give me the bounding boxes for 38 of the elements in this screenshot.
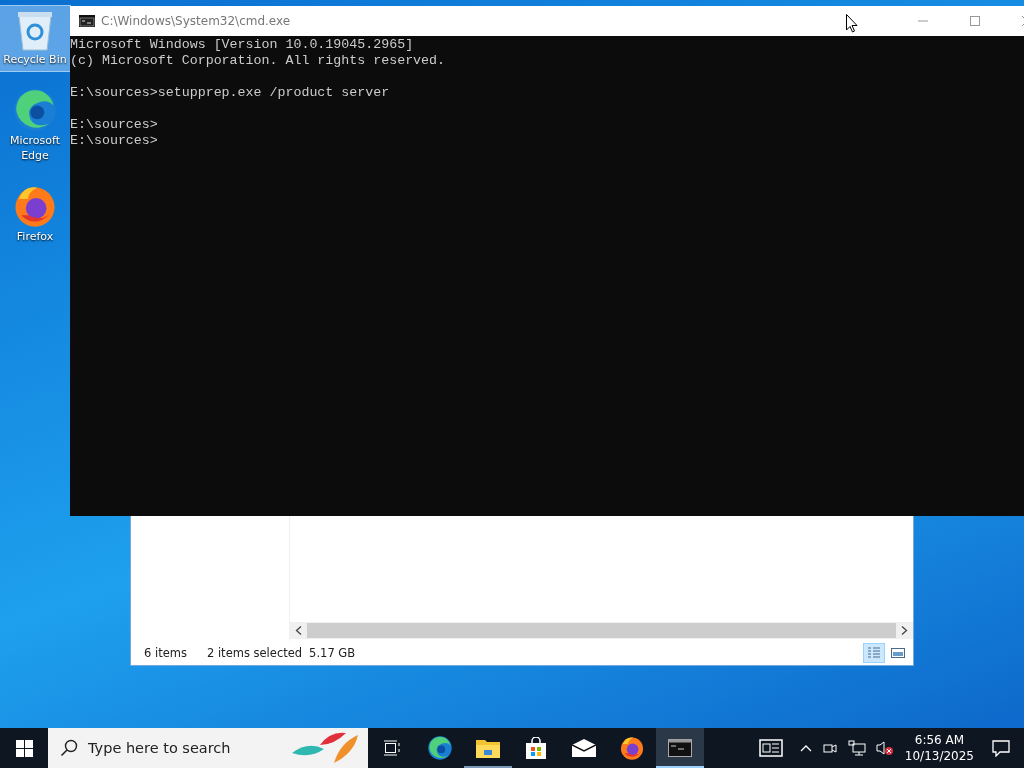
edge-icon — [12, 87, 58, 133]
windows-logo-icon — [15, 739, 33, 757]
taskbar-app-button[interactable] — [656, 728, 704, 768]
search-icon — [60, 739, 78, 757]
scroll-left-icon[interactable] — [295, 626, 302, 635]
window-title: C:\Windows\System32\cmd.exe — [101, 14, 291, 28]
console-line: E:\sources>setupprep.exe /product server — [70, 85, 391, 101]
clock-date: 10/13/2025 — [904, 748, 974, 764]
maximize-icon — [970, 16, 980, 26]
search-field[interactable]: Type here to search — [48, 728, 368, 768]
scroll-right-icon[interactable] — [901, 626, 908, 635]
folder-icon — [476, 738, 500, 758]
shortcut-label: Recycle Bin — [2, 52, 68, 67]
console-icon — [79, 15, 95, 27]
console-line: E:\sources> — [70, 133, 159, 149]
task-view-icon — [383, 740, 401, 756]
desktop-shortcut[interactable]: Firefox — [0, 181, 70, 248]
mail-icon — [572, 739, 596, 757]
selection-size: 5.17 GB — [309, 646, 356, 660]
horizontal-scrollbar[interactable] — [290, 622, 913, 639]
image-thumbnail-icon — [891, 647, 905, 659]
console-line: Microsoft Windows [Version 10.0.19045.2965] — [70, 37, 415, 53]
item-count: 6 items — [144, 646, 187, 660]
console-line: (c) Microsoft Corporation. All rights reserved. — [70, 53, 447, 69]
console-icon — [668, 739, 692, 757]
edge-icon — [427, 735, 453, 761]
clock-time: 6:56 AM — [914, 732, 965, 748]
shortcut-label: Firefox — [15, 229, 55, 244]
shopping-bag-icon — [526, 737, 546, 759]
details-list-icon — [867, 647, 881, 659]
desktop-shortcut[interactable]: Microsoft Edge — [0, 85, 70, 167]
shortcut-label: Microsoft Edge — [8, 133, 62, 163]
firefox-icon — [619, 735, 645, 761]
newspaper-icon — [758, 739, 783, 757]
console-line: E:\sources> — [70, 117, 159, 133]
desktop-shortcut[interactable]: Recycle Bin — [0, 6, 70, 71]
selection-count: 2 items selected — [206, 646, 303, 660]
mouse-pointer-icon — [846, 14, 858, 33]
